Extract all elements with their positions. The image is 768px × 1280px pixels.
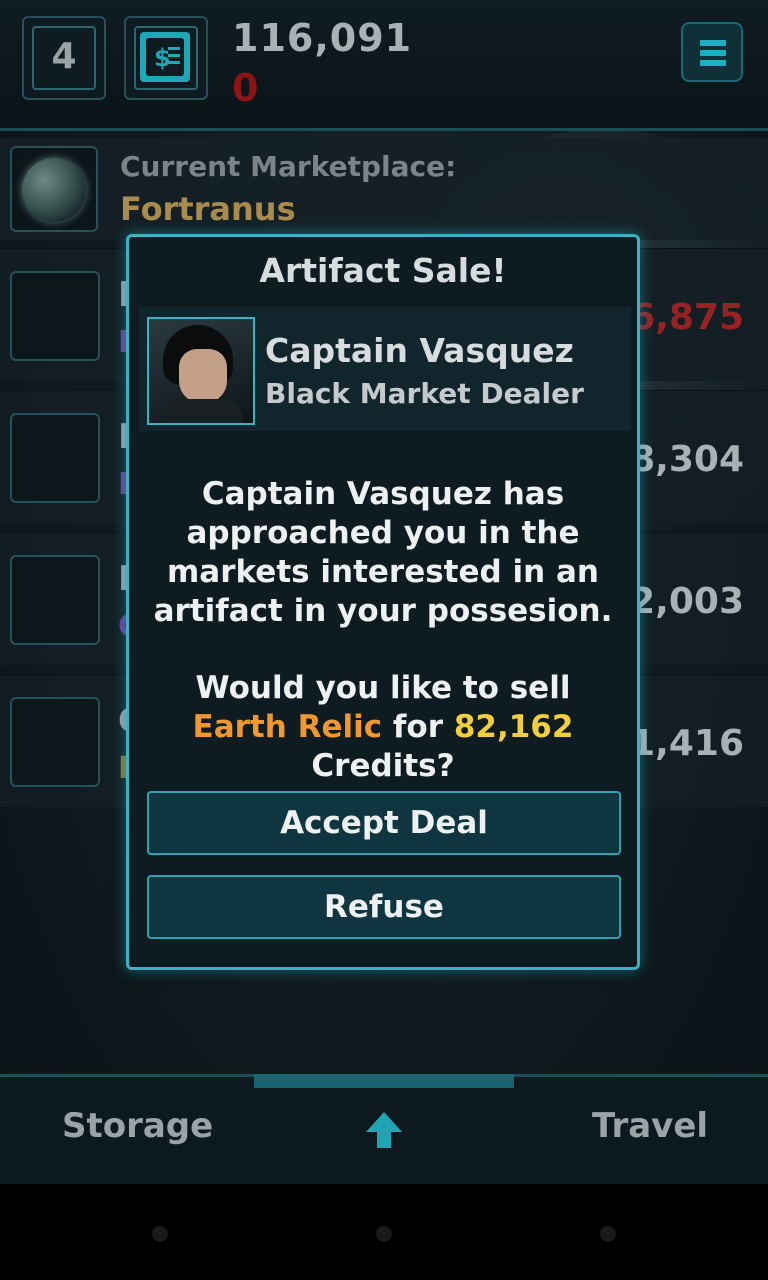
top-bar: 4 $ 116,091 0 [0,0,768,131]
artifact-name: Earth Relic [192,709,383,745]
artifact-sale-dialog: Artifact Sale! Captain Vasquez Black Mar… [126,234,640,970]
debt-amount: 0 [232,66,259,110]
credits-amount: 116,091 [232,16,413,60]
travel-tab[interactable]: Travel [592,1106,708,1146]
planet-thumbnail [10,146,98,232]
wallet-button[interactable]: $ [124,16,208,100]
menu-button[interactable] [681,22,743,82]
level-number: 4 [51,36,77,77]
item-thumbnail [10,697,100,787]
dealer-card: Captain Vasquez Black Market Dealer [139,307,631,431]
item-price: 1,416 [630,723,744,764]
item-thumbnail [10,555,100,645]
marketplace-row: Current Marketplace: Fortranus [0,138,768,240]
offer-amount: 82,162 [453,709,574,745]
item-price: 6,875 [630,297,744,338]
storage-tab[interactable]: Storage [62,1106,213,1146]
refuse-button[interactable]: Refuse [147,875,621,939]
dealer-portrait [147,317,255,425]
item-thumbnail [10,413,100,503]
level-badge[interactable]: 4 [22,16,106,100]
app-screen: 4 $ 116,091 0 Current Marketplace: Fortr… [0,0,768,1184]
accept-deal-button[interactable]: Accept Deal [147,791,621,855]
item-thumbnail [10,271,100,361]
dialog-title: Artifact Sale! [259,251,507,290]
back-button[interactable] [152,1226,168,1242]
dealer-role: Black Market Dealer [265,377,584,410]
marketplace-label: Current Marketplace: [120,150,457,183]
money-receipt-icon: $ [140,32,190,82]
dealer-name: Captain Vasquez [265,331,574,370]
up-arrow-icon[interactable] [364,1110,404,1150]
marketplace-name: Fortranus [120,190,296,228]
dialog-question: Would you like to sell Earth Relic for 8… [192,670,574,784]
item-price: 8,304 [630,439,744,480]
active-tab-indicator [254,1074,514,1088]
home-button[interactable] [376,1226,392,1242]
recents-button[interactable] [600,1226,616,1242]
item-price: 2,003 [630,581,744,622]
hamburger-icon [700,40,726,46]
dialog-message: Captain Vasquez has approached you in th… [153,476,613,629]
